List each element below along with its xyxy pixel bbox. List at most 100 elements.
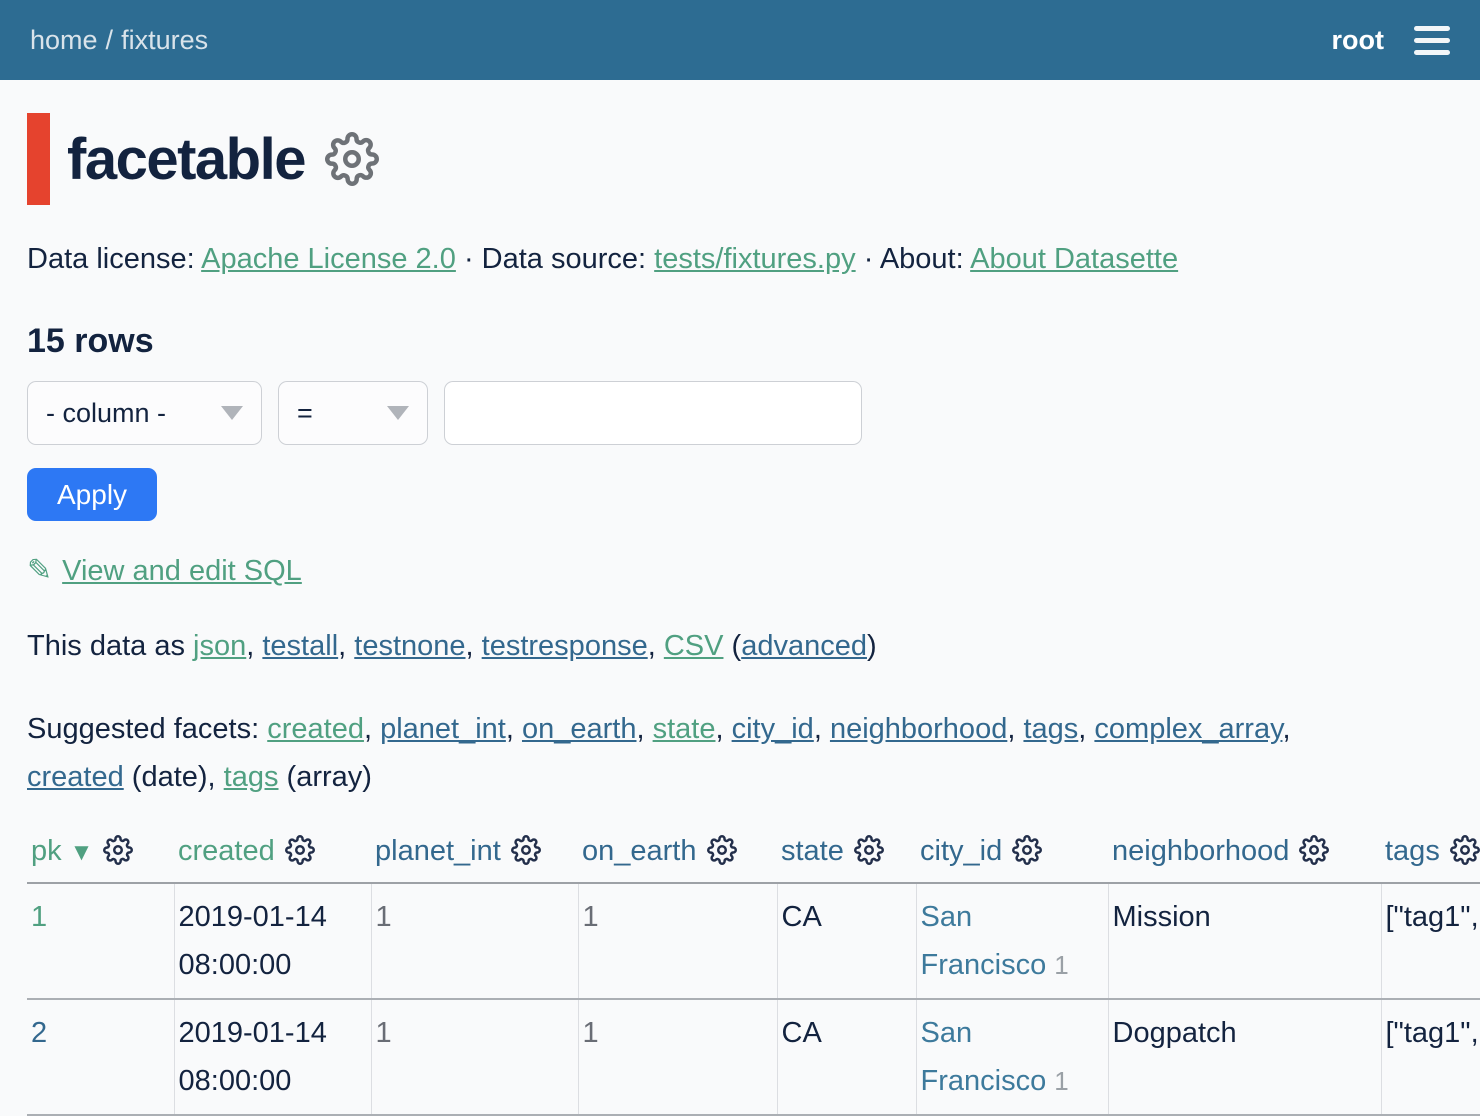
column-cog-icon[interactable] — [1012, 835, 1042, 865]
cell-pk: 2 — [27, 999, 174, 1115]
city-link[interactable]: San Francisco — [921, 1017, 1047, 1097]
column-cog-icon[interactable] — [854, 835, 884, 865]
apply-row: Apply — [27, 468, 1453, 521]
column-header-created-link[interactable]: created — [178, 835, 275, 867]
column-header-planet-int-link[interactable]: planet_int — [375, 835, 501, 867]
page-title: facetable — [67, 126, 305, 193]
export-links: This data as json, testall, testnone, te… — [27, 630, 1453, 663]
facets-prefix: Suggested facets: — [27, 713, 259, 745]
column-cog-icon[interactable] — [707, 835, 737, 865]
table-row: 2 2019-01-14 08:00:00 1 1 CA San Francis… — [27, 999, 1480, 1115]
city-link[interactable]: San Francisco — [921, 901, 1047, 981]
column-header-city-id: city_id — [916, 829, 1108, 883]
cell-pk: 1 — [27, 883, 174, 999]
cell-on-earth: 1 — [578, 883, 777, 999]
facet-tags-link[interactable]: tags — [1023, 713, 1078, 745]
column-cog-icon[interactable] — [511, 835, 541, 865]
column-header-city-id-link[interactable]: city_id — [920, 835, 1002, 867]
facet-neighborhood-link[interactable]: neighborhood — [830, 713, 1007, 745]
facet-city-id-link[interactable]: city_id — [732, 713, 814, 745]
logged-in-user-link[interactable]: root — [1332, 25, 1384, 56]
filter-column-value: - column - — [46, 398, 166, 429]
export-advanced-link[interactable]: advanced — [741, 630, 867, 662]
license-label: Data license: — [27, 243, 195, 275]
column-header-on-earth-link[interactable]: on_earth — [582, 835, 697, 867]
facet-state-link[interactable]: state — [653, 713, 716, 745]
column-header-on-earth: on_earth — [578, 829, 777, 883]
column-cog-icon[interactable] — [1299, 835, 1329, 865]
nav-right: root — [1332, 22, 1450, 59]
apply-button[interactable]: Apply — [27, 468, 157, 521]
suggested-facets: Suggested facets: created, planet_int, o… — [27, 705, 1453, 801]
cell-state: CA — [777, 883, 916, 999]
filter-row: - column - = — [27, 381, 1453, 445]
column-header-state: state — [777, 829, 916, 883]
facet-created-date-link[interactable]: created — [27, 761, 124, 793]
cell-planet-int: 1 — [371, 999, 578, 1115]
cell-tags: ["tag1", "tag3"] — [1381, 999, 1480, 1115]
facet-on-earth-link[interactable]: on_earth — [522, 713, 637, 745]
column-header-tags-link[interactable]: tags — [1385, 835, 1440, 867]
export-csv-link[interactable]: CSV — [664, 630, 724, 662]
cell-city-id: San Francisco1 — [916, 883, 1108, 999]
facet-planet-int-link[interactable]: planet_int — [380, 713, 506, 745]
filter-operator-select[interactable]: = — [278, 381, 428, 445]
cell-state: CA — [777, 999, 916, 1115]
sort-desc-icon: ▼ — [70, 839, 94, 866]
column-header-pk: pk ▼ — [27, 829, 174, 883]
license-link[interactable]: Apache License 2.0 — [201, 243, 456, 275]
cell-on-earth: 1 — [578, 999, 777, 1115]
export-prefix: This data as — [27, 630, 185, 662]
column-header-state-link[interactable]: state — [781, 835, 844, 867]
row-count: 15 rows — [27, 322, 1453, 361]
hamburger-menu-icon[interactable] — [1414, 22, 1450, 59]
facet-created-link[interactable]: created — [267, 713, 364, 745]
table-settings-gear-icon[interactable] — [325, 132, 379, 186]
facet-tags-array-link[interactable]: tags — [224, 761, 279, 793]
breadcrumb-home-link[interactable]: home — [30, 25, 98, 55]
cell-city-id: San Francisco1 — [916, 999, 1108, 1115]
breadcrumb-separator: / — [106, 25, 114, 55]
accent-bar — [27, 113, 50, 205]
about-link[interactable]: About Datasette — [970, 243, 1178, 275]
main-content: facetable Data license: Apache License 2… — [0, 113, 1480, 1116]
row-pk-link[interactable]: 1 — [31, 901, 47, 933]
column-cog-icon[interactable] — [285, 835, 315, 865]
breadcrumb-table-link[interactable]: fixtures — [121, 25, 208, 55]
about-label: About: — [880, 243, 964, 275]
title-row: facetable — [27, 113, 1453, 205]
column-cog-icon[interactable] — [1450, 835, 1480, 865]
chevron-down-icon — [387, 406, 409, 420]
suggested-facets-line2: created (date), tags (array) — [27, 753, 1453, 801]
facet-complex-array-link[interactable]: complex_array — [1094, 713, 1282, 745]
source-label: Data source: — [482, 243, 646, 275]
export-testall-link[interactable]: testall — [262, 630, 338, 662]
export-json-link[interactable]: json — [193, 630, 246, 662]
cell-neighborhood: Mission — [1108, 883, 1381, 999]
city-id-value: 1 — [1054, 950, 1068, 980]
column-header-pk-link[interactable]: pk — [31, 835, 62, 867]
cell-created: 2019-01-14 08:00:00 — [174, 883, 371, 999]
export-testresponse-link[interactable]: testresponse — [482, 630, 648, 662]
cell-neighborhood: Dogpatch — [1108, 999, 1381, 1115]
view-edit-sql-link[interactable]: View and edit SQL — [62, 555, 302, 587]
export-testnone-link[interactable]: testnone — [354, 630, 465, 662]
top-nav: home /fixtures root — [0, 0, 1480, 80]
filter-value-input[interactable] — [444, 381, 862, 445]
column-cog-icon[interactable] — [103, 835, 133, 865]
sql-row: ✎View and edit SQL — [27, 553, 1453, 588]
filter-column-select[interactable]: - column - — [27, 381, 262, 445]
column-header-neighborhood-link[interactable]: neighborhood — [1112, 835, 1289, 867]
table-row: 1 2019-01-14 08:00:00 1 1 CA San Francis… — [27, 883, 1480, 999]
city-id-value: 1 — [1054, 1066, 1068, 1096]
table-header-row: pk ▼ created planet_int on_earth state ci… — [27, 829, 1480, 883]
chevron-down-icon — [221, 406, 243, 420]
cell-planet-int: 1 — [371, 883, 578, 999]
dot-separator: · — [464, 243, 474, 275]
dot-separator: · — [864, 243, 874, 275]
column-header-planet-int: planet_int — [371, 829, 578, 883]
rows-table: pk ▼ created planet_int on_earth state ci… — [27, 829, 1480, 1116]
row-pk-link[interactable]: 2 — [31, 1017, 47, 1049]
source-link[interactable]: tests/fixtures.py — [654, 243, 855, 275]
breadcrumb: home /fixtures — [30, 25, 208, 56]
